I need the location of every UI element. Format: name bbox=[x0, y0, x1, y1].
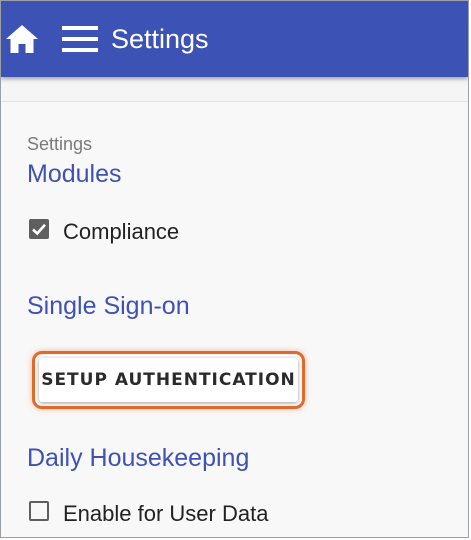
settings-content: Settings Modules Compliance Single Sign-… bbox=[1, 102, 468, 537]
app-bar: Settings bbox=[1, 1, 468, 77]
home-button[interactable] bbox=[5, 23, 39, 55]
daily-housekeeping-heading: Daily Housekeeping bbox=[27, 444, 250, 472]
section-label: Settings bbox=[27, 134, 93, 154]
modules-heading: Modules bbox=[27, 160, 122, 188]
app-bar-title: Settings bbox=[111, 24, 209, 54]
user-data-checkbox[interactable] bbox=[29, 501, 49, 521]
hamburger-menu-icon bbox=[62, 26, 98, 52]
user-data-label: Enable for User Data bbox=[63, 501, 269, 526]
single-sign-on-heading: Single Sign-on bbox=[27, 292, 190, 320]
checkmark-icon bbox=[32, 223, 46, 236]
setup-authentication-button[interactable]: SETUP AUTHENTICATION bbox=[39, 358, 298, 402]
menu-button[interactable] bbox=[61, 24, 99, 54]
compliance-label: Compliance bbox=[63, 219, 180, 244]
compliance-checkbox[interactable] bbox=[29, 219, 49, 239]
toolbar-strip bbox=[1, 77, 468, 102]
settings-page: Settings Settings Modules Compliance Sin… bbox=[0, 0, 469, 538]
home-icon bbox=[6, 25, 38, 53]
